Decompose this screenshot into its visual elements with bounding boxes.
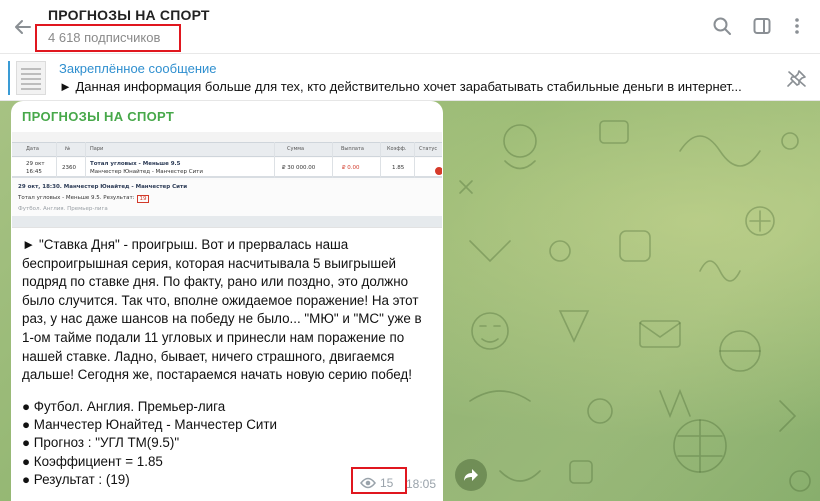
col-header-status: Статус — [419, 146, 438, 152]
col-header-payout: Выплата — [341, 146, 364, 152]
detail-bet: Тотал угловых - Меньше 9.5. Результат: — [18, 195, 135, 201]
col-header-amount: Сумма — [287, 146, 305, 152]
cell-time: 16:45 — [26, 169, 42, 175]
col-header-date: Дата — [26, 146, 39, 152]
status-lost-icon — [435, 167, 442, 175]
sidebar-toggle-button[interactable] — [750, 14, 774, 38]
more-vertical-icon — [795, 18, 799, 34]
sidebar-toggle-icon — [753, 18, 771, 34]
arrow-left-icon — [15, 20, 31, 34]
col-header-coef: Коэфф. — [387, 146, 407, 152]
bet-table-header — [12, 142, 442, 157]
list-item: ● Прогноз : "УГЛ ТМ(9.5)" — [22, 435, 180, 451]
pinned-accent-bar — [8, 61, 10, 95]
search-button[interactable] — [710, 14, 734, 38]
channel-title[interactable]: ПРОГНОЗЫ НА СПОРТ — [48, 7, 210, 23]
col-header-number: № — [65, 146, 71, 152]
forward-button[interactable] — [455, 459, 487, 491]
share-arrow-icon — [464, 469, 478, 481]
views-highlight-box — [351, 467, 407, 494]
cell-payout: ₽ 0.00 — [342, 165, 360, 171]
col-header-bet: Пари — [90, 146, 104, 152]
bet-table-row — [12, 158, 442, 178]
cell-bet: Тотал угловых - Меньше 9.5 — [90, 161, 181, 167]
list-item: ● Футбол. Англия. Премьер-лига — [22, 399, 226, 414]
pinned-title: Закреплённое сообщение — [59, 61, 217, 76]
detail-league: Футбол. Англия. Премьер-лига — [18, 206, 108, 212]
bet-screenshot-image[interactable]: Дата № Пари Сумма Выплата Коэфф. Статус … — [12, 132, 442, 228]
back-button[interactable] — [8, 12, 38, 42]
detail-title: 29 окт, 18:30. Манчестер Юнайтед - Манче… — [18, 184, 188, 190]
message-time: 18:05 — [406, 477, 437, 491]
cell-date: 29 окт — [26, 161, 45, 167]
pinned-text: ► Данная информация больше для тех, кто … — [59, 79, 742, 94]
cell-amount: ₽ 30 000.00 — [282, 165, 316, 171]
pinned-message-bar[interactable]: Закреплённое сообщение ► Данная информац… — [0, 55, 820, 101]
search-icon — [713, 17, 731, 35]
cell-number: 2360 — [62, 165, 76, 171]
pin-off-icon — [787, 70, 806, 87]
message-paragraph: ► "Ставка Дня" - проигрыш. Вот и прервал… — [22, 237, 422, 383]
cell-match: Манчестер Юнайтед - Манчестер Сити — [90, 169, 203, 175]
cell-coef: 1.85 — [392, 165, 405, 171]
subscriber-highlight-box — [35, 24, 181, 52]
pinned-thumbnail — [16, 61, 46, 95]
detail-result-badge: 19 — [137, 195, 149, 203]
message-text: ► "Ставка Дня" - проигрыш. Вот и прервал… — [22, 236, 436, 385]
message-author[interactable]: ПРОГНОЗЫ НА СПОРТ — [22, 109, 174, 124]
unpin-button[interactable] — [784, 67, 810, 91]
list-item: ● Манчестер Юнайтед - Манчестер Сити — [22, 417, 277, 433]
chat-header: ПРОГНОЗЫ НА СПОРТ 4 618 подписчиков — [0, 0, 820, 54]
more-button[interactable] — [785, 14, 809, 38]
